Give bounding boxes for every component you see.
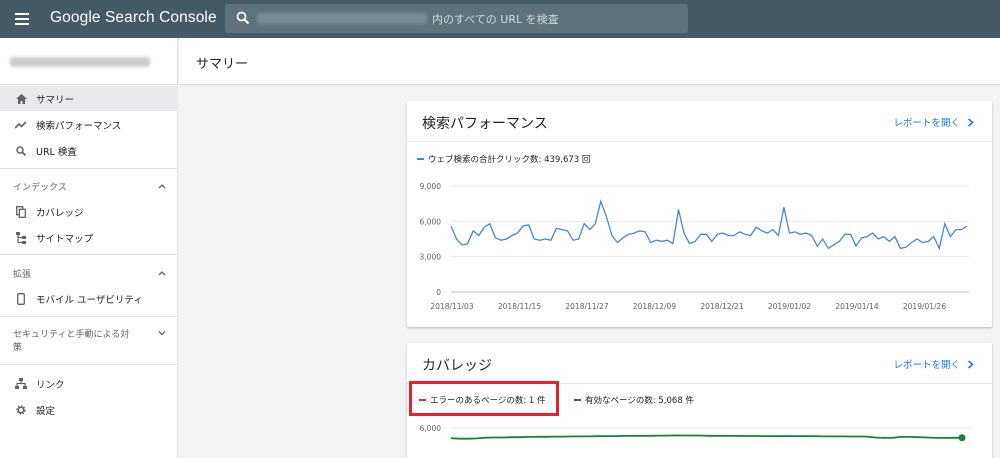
y-tick-label: 3,000 [420,253,442,262]
page-header: サマリー [179,38,1000,85]
x-tick-label: 2018/11/03 [430,302,473,311]
y-tick-label: 6,000 [420,217,442,226]
open-performance-report-link[interactable]: レポートを開く [893,115,974,129]
sidebar-item-coverage[interactable]: カバレッジ [0,199,178,224]
legend-swatch [417,158,424,160]
sitemap-icon [15,231,27,244]
legend-label: 有効なページの数: 5,068 件 [585,396,694,406]
section-enhancements-header[interactable]: 拡張 [0,267,178,280]
open-coverage-report-link[interactable]: レポートを開く [893,357,974,371]
x-tick-label: 2018/11/15 [498,302,541,311]
coverage-line-chart: 6,000 [420,424,972,442]
sidebar-item-links[interactable]: リンク [0,371,178,396]
page-title: サマリー [196,57,249,72]
y-tick-label: 0 [436,288,441,297]
url-inspection-search-input[interactable]: 内のすべての URL を検査 [225,4,688,33]
sidebar-item-label: カバレッジ [36,207,84,219]
chevron-up-icon [158,271,166,276]
error-legend-highlight-box [409,381,559,416]
x-tick-label: 2018/12/21 [700,302,743,311]
legend-valid-pages[interactable]: 有効なページの数: 5,068 件 [574,394,694,406]
chevron-right-icon [968,117,974,127]
divider [0,168,178,169]
chart-legend[interactable]: ウェブ検索の合計クリック数: 439,673 回 [417,153,590,165]
sidebar-item-label: 設定 [36,405,56,417]
chevron-right-icon [968,359,974,369]
performance-card: 検索パフォーマンス レポートを開く ウェブ検索の合計クリック数: 439,673… [407,101,992,327]
property-url-redacted [257,13,427,24]
sidebar: サマリー 検索パフォーマンス URL 検査 インデックス カバレッジ サイトマッ… [0,38,178,458]
sidebar-item-label: サイトマップ [36,233,94,245]
search-icon [236,11,250,25]
sidebar-item-label: サマリー [36,94,75,106]
links-icon [15,377,27,390]
divider [0,254,178,255]
y-tick-label: 9,000 [420,182,442,191]
trending-icon [15,119,27,131]
divider [0,316,178,317]
x-tick-label: 2019/01/14 [835,302,878,311]
sidebar-item-url-inspection[interactable]: URL 検査 [0,138,178,163]
card-title: カバレッジ [422,358,492,374]
section-index-header[interactable]: インデックス [0,180,178,193]
home-icon [15,93,27,105]
divider [0,364,178,365]
x-tick-label: 2018/12/09 [633,302,676,311]
clicks-line-chart: 9,000 6,000 3,000 0 2018/11/03 2018/11/15 2018… [420,182,969,311]
sidebar-item-label: 検索パフォーマンス [36,120,122,132]
sidebar-item-settings[interactable]: 設定 [0,397,178,422]
section-label: セキュリティと手動による対 [13,330,130,340]
chevron-down-icon [158,331,166,336]
sidebar-item-performance[interactable]: 検索パフォーマンス [0,112,178,137]
series-endpoint-valid-pages [958,434,966,442]
gear-icon [15,404,27,416]
sidebar-item-summary[interactable]: サマリー [0,86,178,111]
phone-icon [15,292,27,305]
section-label: 拡張 [13,270,32,280]
section-security-header[interactable]: セキュリティと手動による対 策 [0,327,178,353]
chevron-up-icon [158,184,166,189]
sidebar-item-sitemaps[interactable]: サイトマップ [0,225,178,250]
top-app-bar: Google Search Console 内のすべての URL を検査 [0,0,1000,38]
sidebar-item-label: URL 検査 [36,146,77,158]
link-label: レポートを開く [893,360,960,371]
x-tick-label: 2018/11/27 [565,302,608,311]
link-label: レポートを開く [893,118,960,129]
section-label: インデックス [13,183,67,193]
x-tick-label: 2019/01/02 [768,302,811,311]
section-label: 策 [13,343,23,353]
series-line-valid-pages [450,434,962,440]
sidebar-item-mobile-usability[interactable]: モバイル ユーザビリティ [0,286,178,311]
search-icon [15,145,27,157]
y-tick-label: 6,000 [420,424,442,433]
search-placeholder: 内のすべての URL を検査 [432,13,559,26]
card-title: 検索パフォーマンス [422,116,548,132]
sidebar-item-label: リンク [36,379,65,391]
app-title[interactable]: Google Search Console [50,9,217,27]
x-tick-label: 2019/01/26 [903,302,946,311]
property-selector[interactable] [10,57,150,67]
series-line-clicks [450,199,968,251]
legend-label: ウェブ検索の合計クリック数: 439,673 回 [428,155,591,165]
sidebar-item-label: モバイル ユーザビリティ [36,294,143,306]
divider [0,84,178,85]
copy-icon [15,205,27,218]
menu-icon[interactable] [15,13,29,25]
legend-swatch [574,399,581,401]
divider [407,141,992,142]
